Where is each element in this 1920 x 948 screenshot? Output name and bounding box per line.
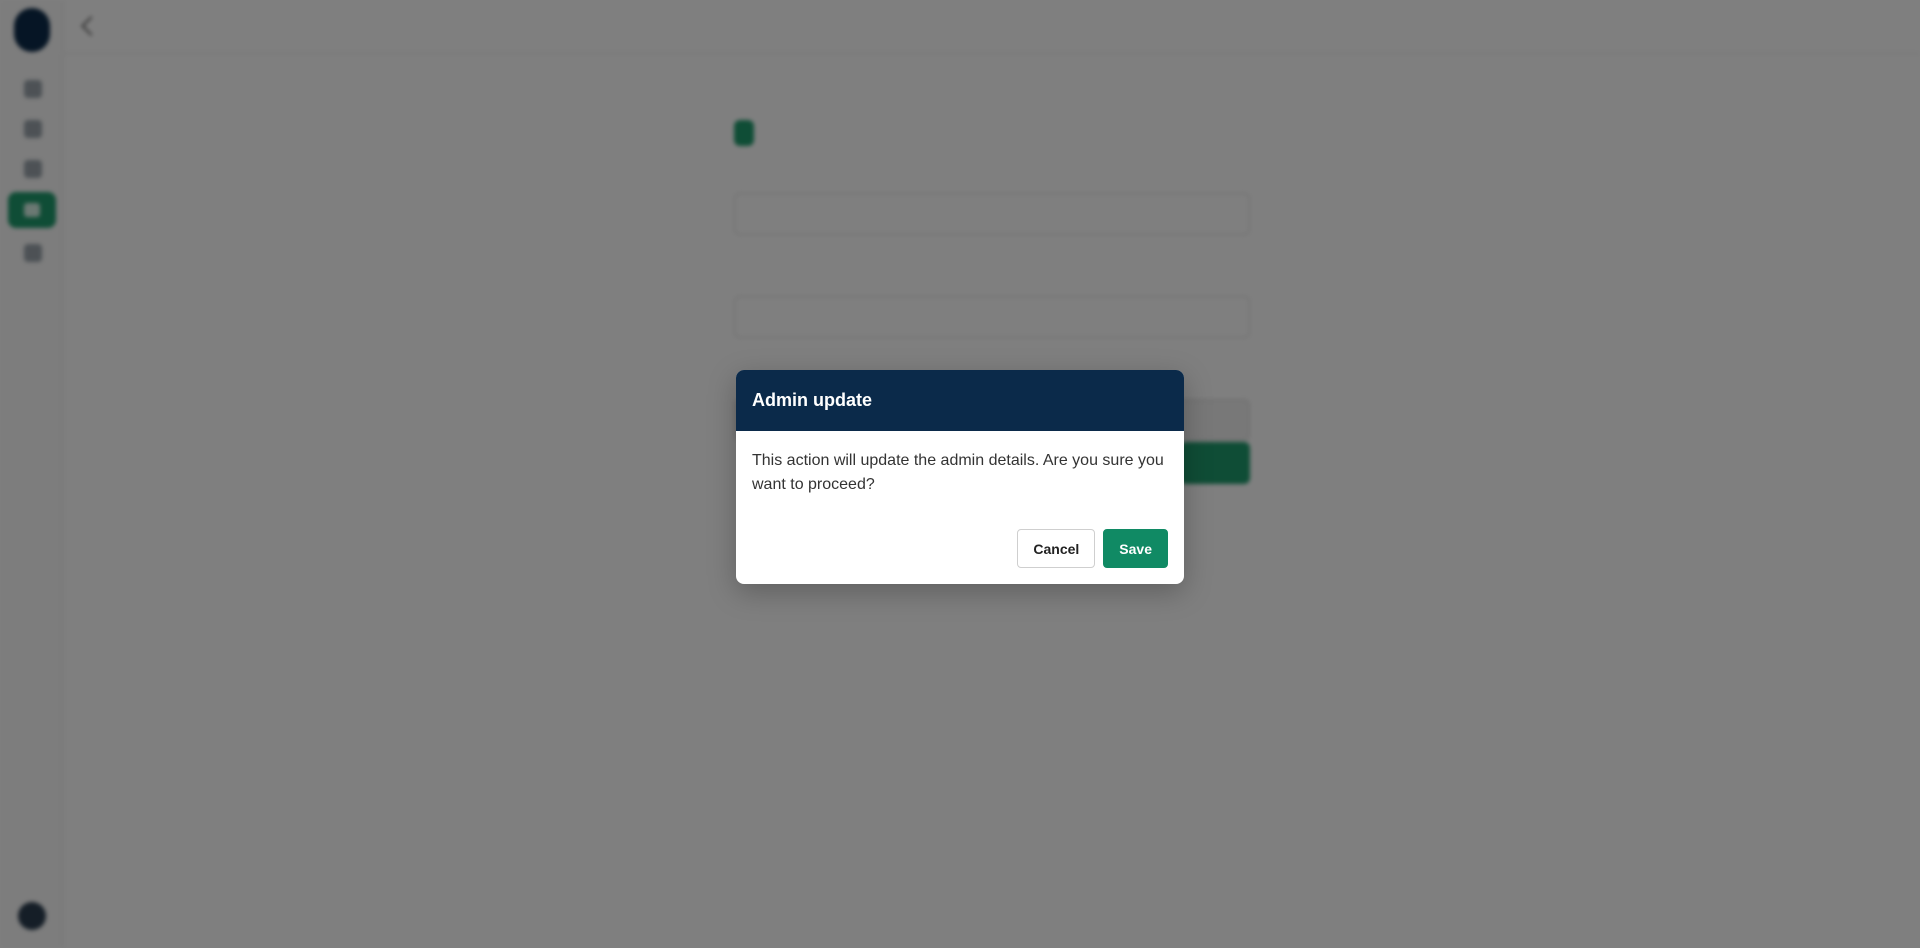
cancel-button[interactable]: Cancel	[1017, 529, 1096, 568]
dialog-header: Admin update	[736, 370, 1184, 431]
admin-update-dialog: Admin update This action will update the…	[736, 370, 1184, 584]
dialog-title: Admin update	[752, 390, 872, 410]
dialog-message: This action will update the admin detail…	[752, 452, 1164, 493]
save-button[interactable]: Save	[1103, 529, 1168, 568]
dialog-footer: Cancel Save	[736, 497, 1184, 584]
